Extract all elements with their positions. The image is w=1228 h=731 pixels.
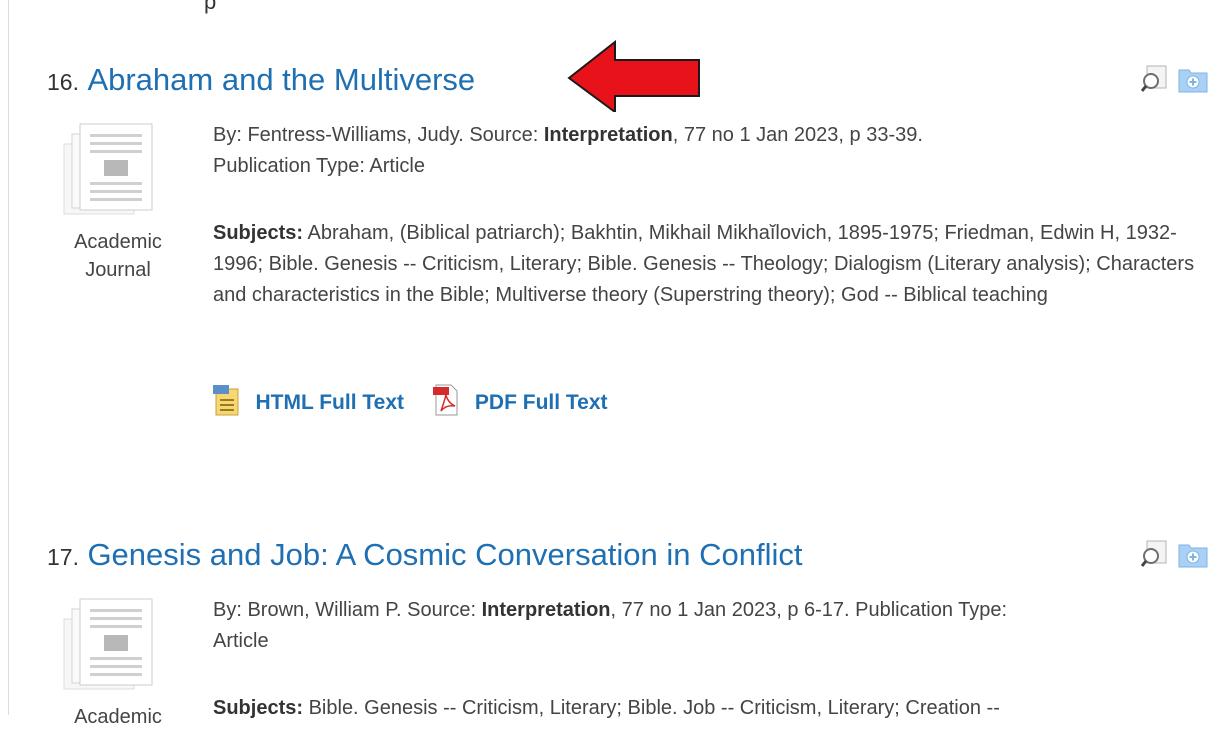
result-title-link[interactable]: Genesis and Job: A Cosmic Conversation i… xyxy=(87,537,802,572)
result-metadata: By: Fentress-Williams, Judy. Source: Int… xyxy=(213,124,923,177)
full-text-links: HTML Full Text PDF Full Text xyxy=(213,384,632,421)
result-subjects: Subjects: Abraham, (Biblical patriarch);… xyxy=(213,222,1195,306)
publication-type-label: Academic Journal xyxy=(74,231,162,281)
result-number: 16. xyxy=(47,69,79,95)
journal-thumbnail-icon xyxy=(60,597,156,693)
publication-type-label: Academic xyxy=(74,706,162,728)
html-document-icon[interactable] xyxy=(213,384,241,421)
left-divider xyxy=(8,0,9,715)
magnifier-icon[interactable] xyxy=(1140,64,1170,99)
magnifier-icon[interactable] xyxy=(1140,539,1170,574)
folder-add-icon[interactable] xyxy=(1178,64,1208,99)
journal-thumbnail-icon xyxy=(60,122,156,218)
pdf-full-text-link[interactable]: PDF Full Text xyxy=(475,391,608,414)
pdf-icon[interactable] xyxy=(432,384,460,421)
result-subjects: Subjects: Bible. Genesis -- Criticism, L… xyxy=(213,697,1000,719)
result-title-row: 16. Abraham and the Multiverse xyxy=(47,62,475,98)
folder-add-icon[interactable] xyxy=(1178,539,1208,574)
result-metadata: By: Brown, William P. Source: Interpreta… xyxy=(213,599,1008,652)
result-title-link[interactable]: Abraham and the Multiverse xyxy=(87,62,475,97)
result-title-row: 17. Genesis and Job: A Cosmic Conversati… xyxy=(47,537,803,573)
html-full-text-link[interactable]: HTML Full Text xyxy=(255,391,404,414)
red-arrow-annotation xyxy=(567,40,700,112)
cropped-text-fragment: p xyxy=(204,0,217,14)
result-number: 17. xyxy=(47,544,79,570)
source-title: Interpretation xyxy=(481,599,611,621)
source-title: Interpretation xyxy=(543,124,673,146)
